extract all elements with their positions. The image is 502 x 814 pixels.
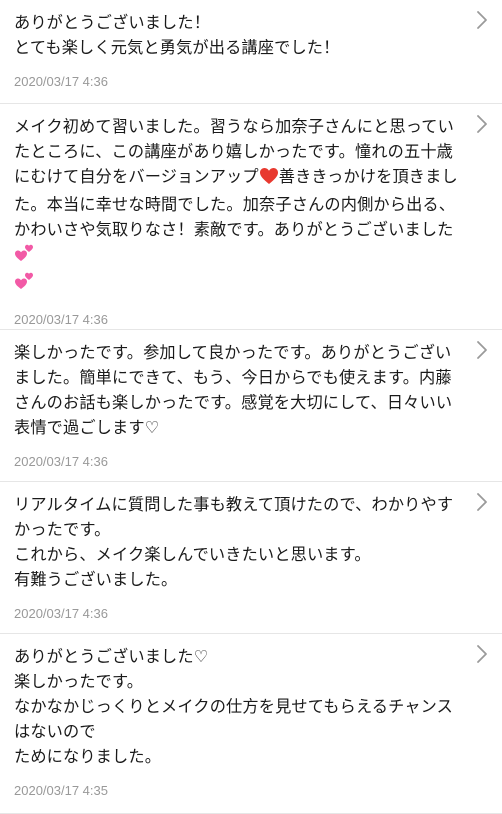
comment-list: ありがとうございました！ とても楽しく元気と勇気が出る講座でした！ 2020/0…: [0, 0, 502, 814]
chevron-right-icon[interactable]: [474, 114, 490, 134]
list-item[interactable]: ありがとうございました♡ 楽しかったです。 なかなかじっくりとメイクの仕方を見せ…: [0, 634, 502, 814]
comment-timestamp: 2020/03/17 4:35: [14, 783, 108, 798]
comment-text: メイク初めて習いました。習うなら加奈子さんにと思っていたところに、この講座があり…: [14, 114, 458, 298]
comment-text: ありがとうございました！ とても楽しく元気と勇気が出る講座でした！: [14, 13, 340, 57]
two-hearts-icon: [14, 243, 36, 270]
red-heart-icon: [259, 167, 279, 192]
comment-text: ありがとうございました♡ 楽しかったです。 なかなかじっくりとメイクの仕方を見せ…: [14, 647, 454, 766]
chevron-right-icon[interactable]: [474, 492, 490, 512]
list-item[interactable]: リアルタイムに質問した事も教えて頂けたので、わかりやすかったです。 これから、メ…: [0, 482, 502, 634]
chevron-right-icon[interactable]: [474, 340, 490, 360]
comment-timestamp: 2020/03/17 4:36: [14, 606, 108, 621]
comment-text: リアルタイムに質問した事も教えて頂けたので、わかりやすかったです。 これから、メ…: [14, 495, 454, 589]
comment-timestamp: 2020/03/17 4:36: [14, 74, 108, 89]
comment-text: 楽しかったです。参加して良かったです。ありがとうございました。簡単にできて、もう…: [14, 343, 453, 437]
chevron-right-icon[interactable]: [474, 644, 490, 664]
chevron-right-icon[interactable]: [474, 10, 490, 30]
two-hearts-icon: [14, 271, 36, 298]
list-item[interactable]: ありがとうございました！ とても楽しく元気と勇気が出る講座でした！ 2020/0…: [0, 0, 502, 104]
comment-timestamp: 2020/03/17 4:36: [14, 454, 108, 469]
list-item[interactable]: 楽しかったです。参加して良かったです。ありがとうございました。簡単にできて、もう…: [0, 330, 502, 482]
comment-timestamp: 2020/03/17 4:36: [14, 312, 108, 327]
list-item[interactable]: メイク初めて習いました。習うなら加奈子さんにと思っていたところに、この講座があり…: [0, 104, 502, 330]
